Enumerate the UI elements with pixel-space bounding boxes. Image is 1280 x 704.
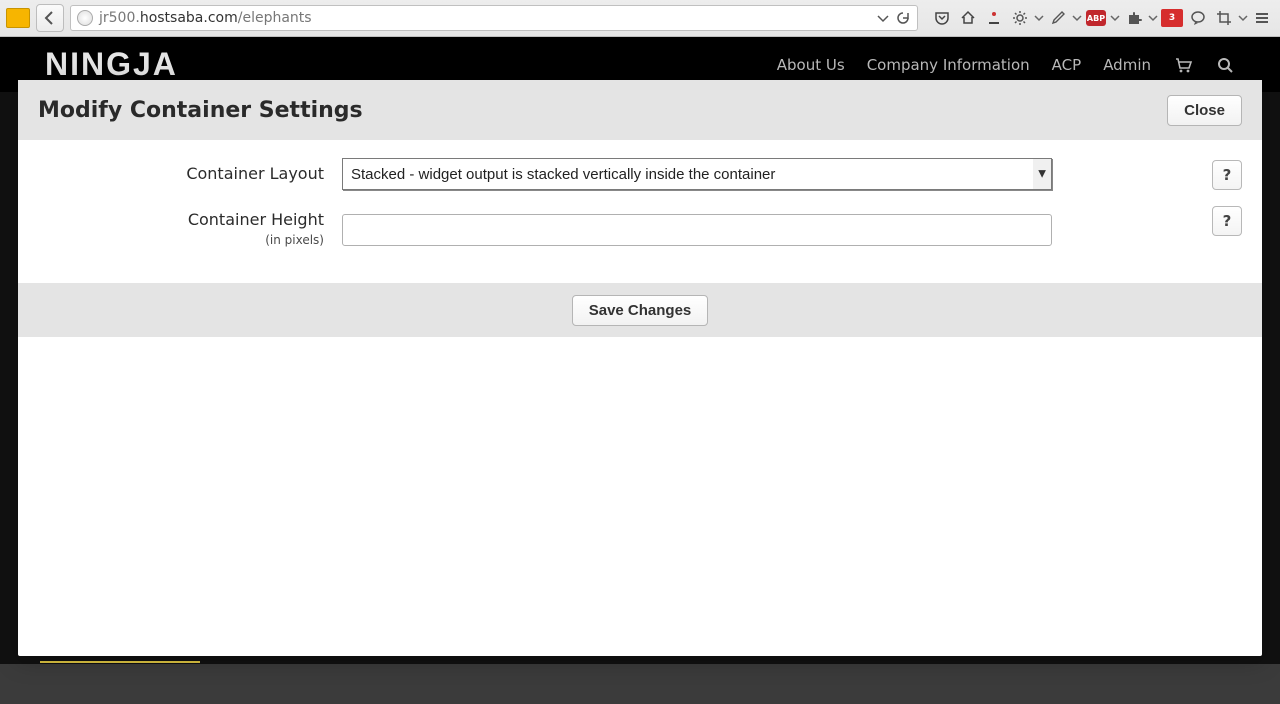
- eyedropper-icon[interactable]: [1046, 6, 1070, 30]
- help-button-layout[interactable]: ?: [1212, 160, 1242, 190]
- container-height-sublabel: (in pixels): [38, 233, 324, 247]
- chevron-down-icon[interactable]: [1072, 6, 1082, 30]
- crop-icon[interactable]: [1212, 6, 1236, 30]
- chevron-down-icon[interactable]: [1034, 6, 1044, 30]
- modal-actions: Save Changes: [18, 283, 1262, 337]
- modal-titlebar: Modify Container Settings Close: [18, 80, 1262, 140]
- url-bar[interactable]: jr500.hostsaba.com/elephants: [70, 5, 918, 31]
- pocket-icon[interactable]: [930, 6, 954, 30]
- site-identity-icon[interactable]: [77, 10, 93, 26]
- chevron-down-icon[interactable]: [1148, 6, 1158, 30]
- back-button[interactable]: [36, 4, 64, 32]
- reload-icon[interactable]: [895, 10, 911, 26]
- url-text: jr500.hostsaba.com/elephants: [99, 10, 312, 26]
- chevron-down-icon[interactable]: [1238, 6, 1248, 30]
- download-icon[interactable]: [982, 6, 1006, 30]
- abp-icon[interactable]: ABP: [1084, 6, 1108, 30]
- noscript-icon[interactable]: 3: [1160, 6, 1184, 30]
- bookmark-folder-icon[interactable]: [6, 8, 30, 28]
- modal-title: Modify Container Settings: [38, 98, 363, 123]
- help-button-height[interactable]: ?: [1212, 206, 1242, 236]
- close-button[interactable]: Close: [1167, 95, 1242, 126]
- home-icon[interactable]: [956, 6, 980, 30]
- row-container-height: Container Height (in pixels) ?: [38, 204, 1242, 247]
- modal-body: Container Layout Stacked - widget output…: [18, 140, 1262, 283]
- browser-toolbar: jr500.hostsaba.com/elephants ABP 3: [0, 0, 1280, 37]
- container-layout-label: Container Layout: [38, 164, 324, 183]
- puzzle-icon[interactable]: [1122, 6, 1146, 30]
- chat-icon[interactable]: [1186, 6, 1210, 30]
- dropdown-icon[interactable]: [875, 10, 891, 26]
- gear-icon[interactable]: [1008, 6, 1032, 30]
- chevron-down-icon[interactable]: [1110, 6, 1120, 30]
- hamburger-icon[interactable]: [1250, 6, 1274, 30]
- container-height-input[interactable]: [342, 214, 1052, 246]
- container-layout-select[interactable]: Stacked - widget output is stacked verti…: [342, 158, 1052, 190]
- row-container-layout: Container Layout Stacked - widget output…: [38, 158, 1242, 190]
- save-changes-button[interactable]: Save Changes: [572, 295, 709, 326]
- modal-backdrop: Modify Container Settings Close Containe…: [0, 37, 1280, 704]
- container-height-label: Container Height: [38, 210, 324, 229]
- modal-container-settings: Modify Container Settings Close Containe…: [18, 80, 1262, 656]
- toolbar-extensions: ABP 3: [930, 6, 1274, 30]
